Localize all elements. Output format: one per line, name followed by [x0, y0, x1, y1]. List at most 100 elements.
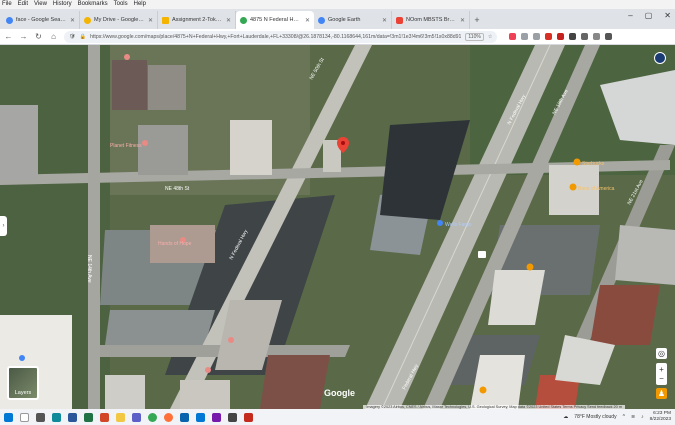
place-marker-icon[interactable] [205, 367, 211, 373]
building [105, 375, 145, 409]
place-label[interactable]: Wells Fargo [445, 222, 472, 228]
extension-gray-icon[interactable] [593, 33, 601, 40]
building [180, 380, 230, 409]
reload-icon[interactable]: ↻ [34, 32, 43, 41]
zoom-in-icon[interactable]: + [659, 365, 664, 374]
onenote-icon[interactable] [212, 412, 221, 422]
place-label[interactable]: Bank of America [578, 186, 615, 192]
wifi-icon[interactable]: ≋ [631, 414, 635, 420]
edge-icon[interactable] [52, 412, 61, 422]
chrome-icon[interactable] [148, 412, 157, 422]
extension-dark-icon[interactable] [581, 33, 589, 40]
clock-date: 8/22/2023 [649, 417, 671, 422]
menu-file[interactable]: File [2, 0, 12, 9]
close-icon[interactable]: ✕ [382, 17, 387, 24]
mail-icon[interactable] [180, 412, 189, 422]
extension-red-icon[interactable] [557, 33, 565, 40]
new-tab-button[interactable]: + [470, 11, 484, 29]
clock[interactable]: 6:23 PM 8/22/2023 [650, 411, 671, 423]
satellite-map[interactable]: NE 50th St NE 48th St NE 14th Ave N Fede… [0, 45, 675, 409]
zoom-level[interactable]: 110% [465, 32, 484, 41]
tab-google-drive[interactable]: My Drive - Google Drive ✕ [80, 11, 158, 29]
building [112, 60, 147, 110]
menu-edit[interactable]: Edit [18, 0, 28, 9]
forward-icon[interactable]: → [19, 32, 28, 41]
back-icon[interactable]: ← [4, 32, 13, 41]
building [260, 355, 330, 409]
weather-icon[interactable]: ☁ [563, 414, 568, 420]
teams-icon[interactable] [132, 412, 141, 422]
close-icon[interactable]: ✕ [305, 17, 310, 24]
menu-tools[interactable]: Tools [114, 0, 128, 9]
tab-google-search[interactable]: face - Google Search ✕ [2, 11, 80, 29]
tab-label: NOom MBSTS Bryce Hall Fox Th [406, 17, 457, 23]
extension-dark-icon[interactable] [569, 33, 577, 40]
place-marker-icon[interactable] [228, 337, 234, 343]
place-marker-icon[interactable] [437, 220, 443, 226]
building [0, 105, 38, 180]
starbucks-marker-icon[interactable] [573, 158, 581, 166]
library-icon[interactable] [533, 33, 541, 40]
photos-icon[interactable] [244, 412, 253, 422]
excel-icon[interactable] [84, 412, 93, 422]
tab-google-maps[interactable]: 4875 N Federal Hwy - Google M ✕ [236, 11, 314, 29]
building [138, 125, 188, 175]
volume-icon[interactable]: ♪ [641, 414, 644, 420]
compass-icon[interactable] [654, 52, 666, 64]
menu-bookmarks[interactable]: Bookmarks [78, 0, 108, 9]
tab-bar: face - Google Search ✕ My Drive - Google… [0, 9, 675, 29]
tab-google-slides[interactable]: Assignment 2-Toks - Google Sli ✕ [158, 11, 236, 29]
close-icon[interactable]: ✕ [70, 17, 75, 24]
pocket-icon[interactable] [509, 33, 517, 40]
search-icon[interactable] [20, 412, 29, 422]
download-icon[interactable] [521, 33, 529, 40]
place-marker-icon[interactable] [19, 355, 25, 361]
tab-label: 4875 N Federal Hwy - Google M [250, 17, 302, 23]
tray-overflow-icon[interactable]: ^ [623, 414, 625, 420]
lock-icon: 🔒 [79, 33, 87, 40]
close-icon[interactable]: ✕ [148, 17, 153, 24]
outlook-icon[interactable] [196, 412, 205, 422]
home-icon[interactable]: ⌂ [49, 32, 58, 41]
layers-button[interactable]: Layers [7, 366, 39, 400]
menu-history[interactable]: History [53, 0, 72, 9]
hamburger-menu-icon[interactable] [605, 33, 613, 40]
word-icon[interactable] [68, 412, 77, 422]
building [615, 225, 675, 285]
task-view-icon[interactable] [36, 412, 45, 422]
powerpoint-icon[interactable] [100, 412, 109, 422]
bookmark-star-icon[interactable]: ☆ [488, 34, 493, 40]
pegman-icon[interactable]: ♟ [656, 388, 667, 399]
store-icon[interactable] [228, 412, 237, 422]
file-explorer-icon[interactable] [116, 412, 125, 422]
navigation-bar: ← → ↻ ⌂ 🛡 🔒 https://www.google.com/maps/… [0, 29, 675, 45]
extension-red-icon[interactable] [545, 33, 553, 40]
place-marker-icon[interactable] [124, 54, 130, 60]
place-marker-icon[interactable] [142, 140, 148, 146]
zoom-out-icon[interactable]: − [659, 374, 664, 383]
weather-text[interactable]: 78°F Mostly cloudy [574, 414, 616, 420]
firefox-icon[interactable] [164, 412, 173, 422]
close-icon[interactable]: ✕ [460, 17, 465, 24]
menu-help[interactable]: Help [134, 0, 146, 9]
tab-google-earth[interactable]: Google Earth ✕ [314, 11, 392, 29]
tab-youtube[interactable]: NOom MBSTS Bryce Hall Fox Th ✕ [392, 11, 470, 29]
minimize-icon[interactable]: – [628, 11, 632, 20]
windows-start-icon[interactable] [4, 412, 13, 422]
close-window-icon[interactable]: ✕ [664, 11, 671, 20]
place-label[interactable]: Starbucks [582, 161, 605, 167]
menu-view[interactable]: View [34, 0, 47, 9]
place-label[interactable]: Hands of Hope [158, 241, 192, 247]
place-label[interactable]: Planet Fitness [110, 143, 142, 149]
close-icon[interactable]: ✕ [226, 17, 231, 24]
maximize-icon[interactable]: ▢ [645, 11, 653, 20]
my-location-button[interactable]: ◎ [656, 348, 667, 359]
parking-lot [105, 310, 215, 345]
address-bar[interactable]: 🛡 🔒 https://www.google.com/maps/place/48… [64, 30, 498, 43]
collapse-side-panel-button[interactable]: › [0, 216, 7, 236]
tab-label: Assignment 2-Toks - Google Sli [172, 17, 223, 23]
bank-marker-icon[interactable] [569, 183, 577, 191]
place-marker-icon[interactable] [526, 263, 534, 271]
place-marker-icon[interactable] [479, 386, 487, 394]
building [230, 120, 272, 175]
